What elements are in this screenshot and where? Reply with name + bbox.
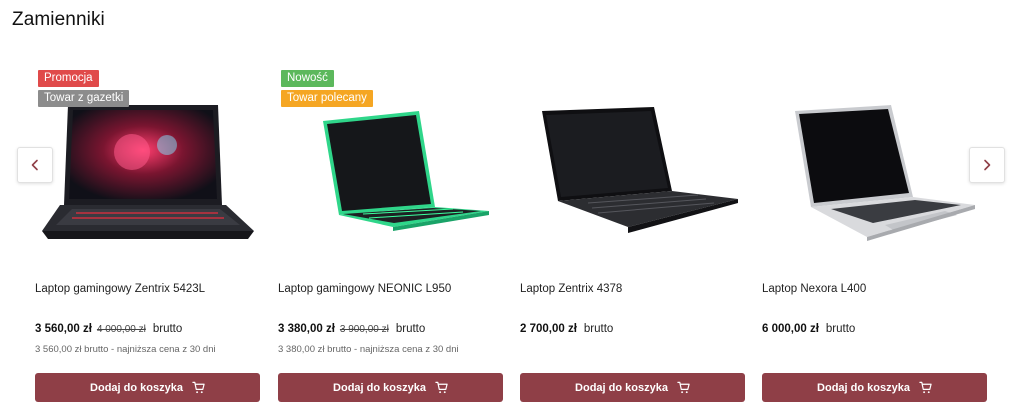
product-card: Promocja Towar z gazetki Laptop gamingow… <box>35 66 261 406</box>
cart-icon <box>677 381 690 394</box>
product-card: Laptop Zentrix 4378 2 700,00 zł brutto D… <box>520 66 746 406</box>
price-current: 2 700,00 zł <box>520 323 577 335</box>
product-image[interactable] <box>762 82 988 262</box>
add-to-cart-button[interactable]: Dodaj do koszyka <box>762 373 987 402</box>
price-gross-label: brutto <box>825 323 856 335</box>
product-image[interactable] <box>520 82 746 262</box>
price-row: 2 700,00 zł brutto <box>520 323 613 335</box>
price-row: 3 380,00 zł 3 900,00 zł brutto <box>278 323 425 335</box>
add-to-cart-button[interactable]: Dodaj do koszyka <box>35 373 260 402</box>
carousel-next-button[interactable] <box>969 147 1005 183</box>
add-to-cart-label: Dodaj do koszyka <box>575 381 668 394</box>
add-to-cart-label: Dodaj do koszyka <box>333 381 426 394</box>
laptop-image <box>542 107 738 233</box>
product-name[interactable]: Laptop Zentrix 4378 <box>520 283 622 295</box>
cart-icon <box>435 381 448 394</box>
chevron-left-icon <box>31 159 38 171</box>
add-to-cart-button[interactable]: Dodaj do koszyka <box>278 373 503 402</box>
add-to-cart-label: Dodaj do koszyka <box>90 381 183 394</box>
price-current: 3 560,00 zł <box>35 323 92 335</box>
price-gross-label: brutto <box>583 323 614 335</box>
product-image[interactable] <box>278 82 504 262</box>
price-gross-label: brutto <box>395 323 426 335</box>
badges: Promocja Towar z gazetki <box>38 70 130 107</box>
product-name[interactable]: Laptop gamingowy NEONIC L950 <box>278 283 451 295</box>
carousel-prev-button[interactable] <box>17 147 53 183</box>
price-current: 3 380,00 zł <box>278 323 335 335</box>
badge-gazette: Towar z gazetki <box>38 90 130 107</box>
price-row: 6 000,00 zł brutto <box>762 323 855 335</box>
price-old: 3 900,00 zł <box>339 324 389 335</box>
gaming-laptop-image <box>42 105 254 239</box>
price-old: 4 000,00 zł <box>96 324 146 335</box>
product-name[interactable]: Laptop Nexora L400 <box>762 283 866 295</box>
badge-recommended: Towar polecany <box>281 90 373 107</box>
badge-promo: Promocja <box>38 70 99 87</box>
badge-new: Nowość <box>281 70 334 87</box>
product-card: Laptop Nexora L400 6 000,00 zł brutto Do… <box>762 66 988 406</box>
product-name[interactable]: Laptop gamingowy Zentrix 5423L <box>35 283 205 295</box>
product-carousel: Promocja Towar z gazetki Laptop gamingow… <box>0 0 1024 419</box>
lowest-price-note: 3 560,00 zł brutto - najniższa cena z 30… <box>35 344 216 355</box>
laptop-image <box>795 105 975 241</box>
price-gross-label: brutto <box>152 323 183 335</box>
add-to-cart-button[interactable]: Dodaj do koszyka <box>520 373 745 402</box>
cart-icon <box>919 381 932 394</box>
neon-laptop-image <box>323 111 489 231</box>
lowest-price-note: 3 380,00 zł brutto - najniższa cena z 30… <box>278 344 459 355</box>
chevron-right-icon <box>984 159 991 171</box>
product-image[interactable] <box>35 82 261 262</box>
cart-icon <box>192 381 205 394</box>
price-row: 3 560,00 zł 4 000,00 zł brutto <box>35 323 182 335</box>
product-card: Nowość Towar polecany Laptop gamingowy N… <box>278 66 504 406</box>
badges: Nowość Towar polecany <box>281 70 373 107</box>
add-to-cart-label: Dodaj do koszyka <box>817 381 910 394</box>
price-current: 6 000,00 zł <box>762 323 819 335</box>
